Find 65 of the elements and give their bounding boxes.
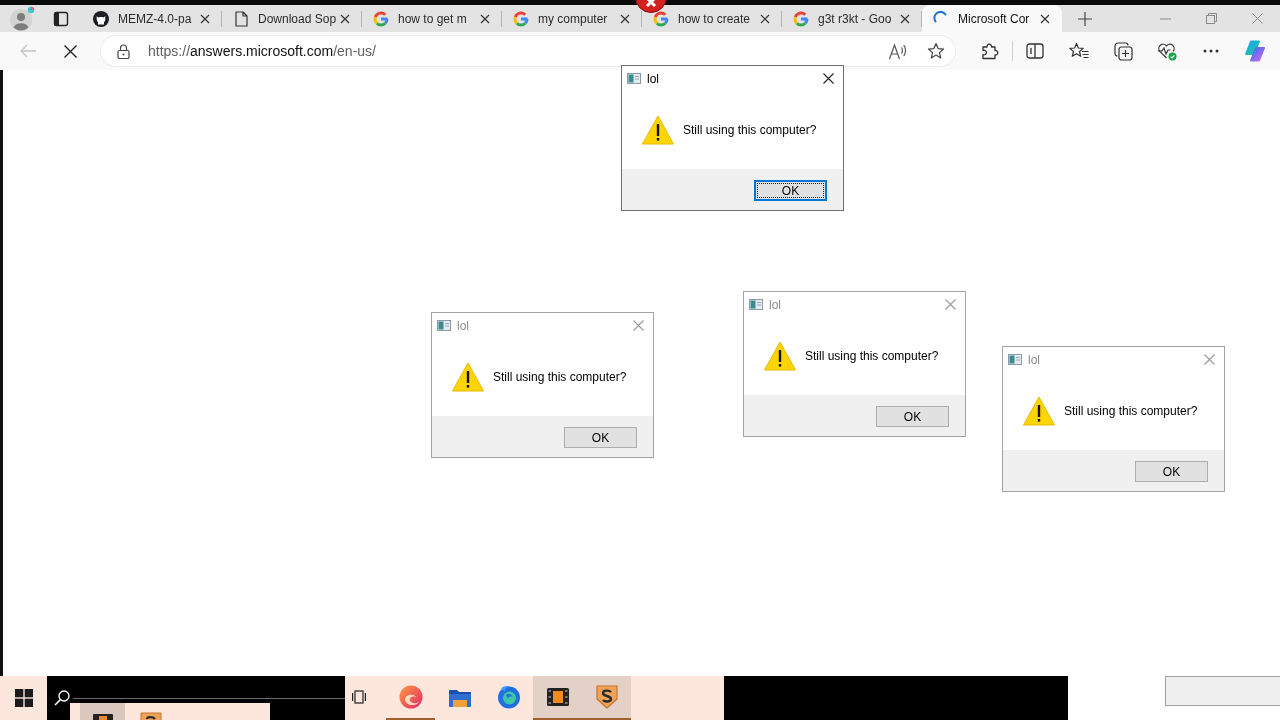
more-icon[interactable]: [1203, 49, 1219, 53]
shield-icon: [595, 685, 618, 709]
browser-tab[interactable]: Microsoft Cor: [922, 5, 1062, 32]
start-button[interactable]: [0, 676, 47, 720]
close-icon[interactable]: [823, 73, 834, 84]
stacked-squares-plus-icon[interactable]: [1113, 41, 1133, 61]
close-icon[interactable]: [900, 13, 910, 24]
taskbar-button[interactable]: [533, 676, 582, 720]
multicolor-ring-icon: [373, 10, 389, 27]
dialog-title: lol: [647, 71, 659, 86]
close-icon[interactable]: [200, 13, 210, 24]
page-icon: [233, 10, 249, 27]
close-icon[interactable]: [340, 13, 350, 24]
dialog-title: lol: [1028, 352, 1040, 367]
ok-button[interactable]: OK: [876, 406, 949, 427]
film-strip-icon: [92, 713, 113, 720]
swirl-icon: [398, 685, 423, 709]
four-panes-icon: [14, 689, 33, 707]
film-strip-icon: [546, 688, 569, 706]
ok-button[interactable]: OK: [754, 180, 827, 201]
avatar-icon[interactable]: [9, 5, 35, 32]
warning-icon: [452, 362, 484, 392]
close-icon[interactable]: [620, 13, 630, 24]
letter-waves-icon[interactable]: [888, 42, 908, 60]
address-bar[interactable]: https://answers.microsoft.com/en-us/: [101, 36, 955, 66]
app-window-icon: [437, 320, 451, 331]
dialog-title: lol: [457, 318, 469, 333]
heartbeat-check-icon[interactable]: [1157, 41, 1177, 61]
ok-button[interactable]: OK: [1135, 461, 1208, 482]
error-icon: [635, 0, 667, 13]
warning-icon: [1023, 396, 1055, 426]
puzzle-piece-icon[interactable]: [981, 42, 999, 60]
folder-icon: [448, 687, 471, 707]
star-icon[interactable]: [927, 42, 945, 60]
dialog-message: Still using this computer?: [805, 349, 939, 363]
dialog-message: Still using this computer?: [683, 123, 817, 137]
app-window-icon: [749, 299, 763, 310]
taskbar-button[interactable]: [582, 676, 631, 720]
close-icon[interactable]: [480, 13, 490, 24]
plus-icon[interactable]: [1078, 11, 1092, 26]
split-screen-icon[interactable]: [1026, 43, 1044, 59]
search-icon[interactable]: [54, 690, 70, 706]
cat-silhouette-icon: [93, 10, 109, 27]
star-list-icon[interactable]: [1069, 42, 1089, 60]
close-icon[interactable]: [760, 13, 770, 24]
tab-actions-icon[interactable]: [53, 10, 69, 27]
flame-globe-icon: [496, 685, 521, 709]
lock-icon: [117, 43, 130, 59]
dialog-message: Still using this computer?: [1064, 404, 1198, 418]
app-window-icon: [1008, 354, 1022, 365]
cross-icon[interactable]: [64, 44, 77, 58]
multicolor-ring-icon: [653, 10, 669, 27]
close-icon[interactable]: [1040, 13, 1050, 24]
warning-icon: [764, 341, 796, 371]
warning-icon: [642, 115, 674, 145]
app-window-icon: [627, 73, 641, 84]
swirl-logo-icon[interactable]: [1244, 40, 1266, 62]
ok-button[interactable]: OK: [564, 427, 637, 448]
multicolor-ring-icon: [513, 10, 529, 27]
dialog-message: Still using this computer?: [493, 370, 627, 384]
multicolor-ring-icon: [793, 10, 809, 27]
restore-icon[interactable]: [1205, 13, 1217, 24]
dialog-title: lol: [769, 297, 781, 312]
shield-icon: [140, 712, 162, 720]
task-view-icon: [352, 690, 366, 704]
